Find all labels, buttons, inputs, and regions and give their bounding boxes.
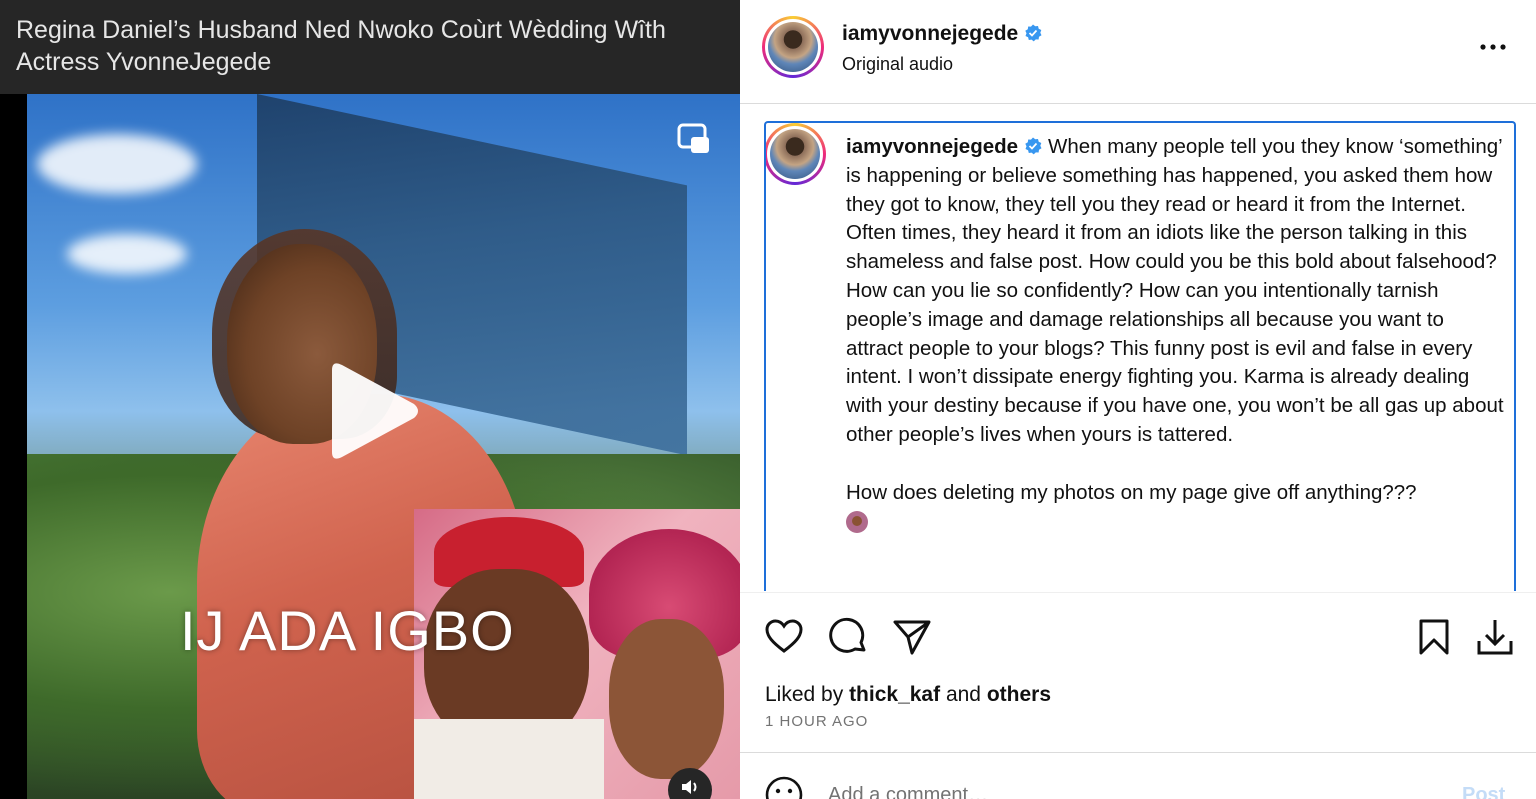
shrug-emoji-icon xyxy=(846,511,868,534)
instagram-post-panel: iamyvonnejegede Original audio iamyvonne… xyxy=(740,0,1536,799)
download-icon[interactable] xyxy=(1475,617,1515,657)
play-icon[interactable] xyxy=(318,358,422,464)
cloud xyxy=(37,134,197,194)
cloud xyxy=(67,234,187,274)
comment-icon[interactable] xyxy=(829,617,869,657)
save-bookmark-icon[interactable] xyxy=(1414,617,1454,657)
post-header: iamyvonnejegede Original audio xyxy=(740,0,1536,104)
video-title-bar: Regina Daniel’s Husband Ned Nwoko Coùrt … xyxy=(0,0,740,94)
likes-prefix: Liked by xyxy=(765,683,844,706)
avatar[interactable] xyxy=(762,16,824,78)
video-panel: Regina Daniel’s Husband Ned Nwoko Coùrt … xyxy=(0,0,740,799)
username-text[interactable]: iamyvonnejegede xyxy=(842,22,1018,45)
post-comment-button[interactable]: Post xyxy=(1462,784,1505,799)
comment-input[interactable]: Add a comment… xyxy=(828,784,988,799)
header-username[interactable]: iamyvonnejegede xyxy=(842,22,1042,46)
caption-text: iamyvonnejegede When many people tell yo… xyxy=(846,133,1506,542)
caption-avatar[interactable] xyxy=(766,123,826,185)
post-timestamp[interactable]: 1 HOUR AGO xyxy=(765,713,868,730)
lady-face xyxy=(609,619,724,779)
volume-icon xyxy=(682,780,697,794)
verified-badge-icon xyxy=(1025,137,1042,155)
caption-paragraph-2: How does deleting my photos on my page g… xyxy=(846,480,1417,504)
liked-by-user-link[interactable]: thick_kaf xyxy=(849,683,940,706)
emoji-picker-icon[interactable] xyxy=(764,775,804,799)
video-overlay-text: IJ ADA IGBO xyxy=(180,599,515,662)
more-options-icon[interactable] xyxy=(1478,36,1508,58)
like-heart-icon[interactable] xyxy=(764,617,804,657)
likes-and: and xyxy=(945,683,981,706)
comment-bar: Add a comment… Post xyxy=(740,752,1536,799)
man-robe xyxy=(414,719,604,799)
original-audio-link[interactable]: Original audio xyxy=(842,54,953,75)
caption-username[interactable]: iamyvonnejegede xyxy=(846,135,1018,158)
likes-summary: Liked by thick_kaf and others xyxy=(765,683,1051,707)
video-title: Regina Daniel’s Husband Ned Nwoko Coùrt … xyxy=(16,16,666,76)
action-bar xyxy=(740,592,1536,680)
verified-badge-icon xyxy=(1025,24,1042,42)
likes-others-link[interactable]: others xyxy=(987,683,1051,706)
picture-in-picture-icon[interactable] xyxy=(676,122,712,158)
caption-body: When many people tell you they know ‘som… xyxy=(846,135,1504,446)
share-icon[interactable] xyxy=(892,617,932,657)
caption-section: iamyvonnejegede When many people tell yo… xyxy=(764,121,1516,591)
